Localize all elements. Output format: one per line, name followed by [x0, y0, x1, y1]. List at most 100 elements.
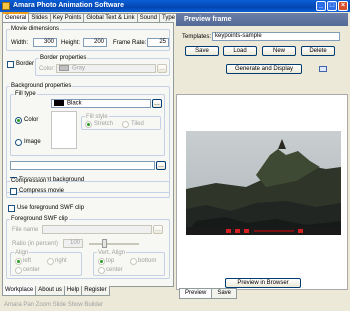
sound-icon[interactable]: [298, 229, 303, 233]
file-name-label: File name: [12, 227, 39, 233]
templates-field[interactable]: keypoints-sample: [212, 32, 340, 41]
vert-align-legend: Vert. Align: [97, 249, 127, 257]
new-button[interactable]: New: [262, 46, 296, 56]
border-label: Border: [16, 61, 35, 67]
preview-canvas: Preview in Browser: [176, 94, 348, 290]
save-button[interactable]: Save: [185, 46, 219, 56]
align-left-label: left: [23, 258, 32, 264]
width-field[interactable]: 300: [33, 38, 57, 47]
bottom-tabs: Workplace About us Help Register: [2, 286, 110, 296]
foreground-clip-legend: Foreground SWF clip: [10, 216, 69, 223]
app-icon: [2, 2, 10, 10]
border-color-label: Color:: [39, 66, 56, 72]
window-title: Amara Photo Animation Software: [13, 2, 124, 9]
align-right-radio[interactable]: [47, 258, 54, 265]
preview-photo: [186, 131, 341, 235]
stop-icon[interactable]: [244, 229, 249, 233]
minimize-button[interactable]: _: [316, 1, 326, 11]
tab-help[interactable]: Help: [63, 286, 83, 296]
maximize-button[interactable]: □: [327, 1, 337, 11]
background-properties-group: Background properties Fill type Black … …: [6, 83, 170, 193]
border-color-value: Gray: [72, 65, 86, 72]
use-foreground-clip-checkbox[interactable]: [8, 205, 15, 212]
popout-icon[interactable]: [319, 66, 327, 72]
valign-bottom-radio[interactable]: [130, 258, 137, 265]
background-image-browse-button[interactable]: …: [156, 161, 166, 170]
tab-register[interactable]: Register: [81, 286, 110, 296]
tiled-label: Tiled: [131, 121, 144, 127]
ratio-label: Ratio (in percent): [12, 241, 59, 247]
compression-group: Compression Compress movie: [6, 178, 170, 198]
compress-movie-checkbox[interactable]: [10, 188, 17, 195]
ratio-slider-handle[interactable]: [102, 239, 107, 248]
stretch-radio[interactable]: [85, 121, 92, 128]
preview-panel: Preview frame Templates: keypoints-sampl…: [176, 13, 348, 299]
background-properties-legend: Background properties: [10, 83, 73, 90]
vert-align-group: Vert. Align top bottom center: [93, 249, 165, 276]
fill-image-radio[interactable]: [15, 139, 22, 146]
background-image-path-field[interactable]: [10, 161, 155, 170]
valign-center-radio[interactable]: [98, 267, 105, 274]
align-center-radio[interactable]: [15, 267, 22, 274]
border-checkbox[interactable]: [7, 61, 14, 68]
black-swatch: [54, 100, 64, 106]
valign-bottom-label: bottom: [138, 258, 157, 264]
valign-top-label: top: [106, 258, 115, 264]
foreground-file-browse-button[interactable]: …: [153, 225, 163, 234]
movie-dimensions-group: Movie dimensions Width: 300 Height: 200 …: [6, 26, 170, 51]
use-foreground-clip-label: Use foreground SWF clip: [17, 205, 85, 211]
compression-legend: Compression: [10, 178, 48, 185]
frame-rate-field[interactable]: 25: [147, 38, 169, 47]
align-right-label: right: [55, 258, 67, 264]
align-legend: Align: [14, 249, 30, 257]
preview-photo-image: [186, 131, 341, 235]
tab-preview[interactable]: Preview: [179, 288, 213, 299]
ratio-field[interactable]: 100: [63, 239, 83, 248]
fill-color-label: Color: [24, 117, 39, 123]
load-button[interactable]: Load: [223, 46, 257, 56]
fill-image-label: Image: [24, 139, 41, 145]
border-color-field[interactable]: Gray: [56, 64, 156, 73]
align-center-label: center: [23, 267, 40, 273]
height-label: Height:: [61, 40, 81, 46]
preview-tabs: Preview Save: [179, 288, 238, 299]
align-group: Align left right center: [10, 249, 82, 276]
valign-center-label: center: [106, 267, 123, 273]
background-color-picker-button[interactable]: …: [152, 99, 162, 108]
tab-workplace[interactable]: Workplace: [2, 286, 37, 296]
preview-frame-title: Preview frame: [176, 13, 348, 26]
width-label: Width:: [11, 40, 29, 46]
close-button[interactable]: ×: [338, 1, 348, 11]
border-properties-group: Border properties Color: Gray …: [35, 55, 170, 76]
title-bar: Amara Photo Animation Software _ □ ×: [0, 0, 350, 12]
background-color-value: Black: [67, 100, 82, 107]
foreground-clip-group: Foreground SWF clip File name … Ratio (i…: [6, 216, 170, 279]
align-left-radio[interactable]: [15, 258, 22, 265]
general-panel: Movie dimensions Width: 300 Height: 200 …: [2, 22, 174, 287]
gray-swatch: [59, 65, 69, 71]
fill-color-radio[interactable]: [15, 117, 22, 124]
preview-in-browser-button[interactable]: Preview in Browser: [225, 278, 301, 288]
templates-label: Templates:: [182, 34, 212, 40]
tab-save[interactable]: Save: [211, 288, 238, 299]
movie-dimensions-legend: Movie dimensions: [10, 26, 61, 33]
compress-movie-label: Compress movie: [19, 188, 65, 194]
height-field[interactable]: 200: [83, 38, 107, 47]
generate-and-display-button[interactable]: Generate and Display: [226, 64, 302, 74]
ratio-slider-track: [89, 243, 139, 245]
border-color-picker-button[interactable]: …: [157, 64, 167, 73]
tiled-radio[interactable]: [122, 121, 129, 128]
delete-button[interactable]: Delete: [301, 46, 335, 56]
frame-rate-label: Frame Rate:: [113, 40, 147, 46]
valign-top-radio[interactable]: [98, 258, 105, 265]
fill-type-group: Fill type Black … Color Image Fill style…: [10, 91, 165, 156]
tab-about-us[interactable]: About us: [35, 286, 65, 296]
status-bar-text: Amara Pan Zoom Slide Show Builder: [4, 302, 104, 308]
pause-icon[interactable]: [235, 229, 240, 233]
background-color-field[interactable]: Black: [51, 99, 151, 108]
background-image-preview: [51, 111, 77, 149]
play-icon[interactable]: [226, 229, 231, 233]
foreground-file-field[interactable]: [42, 225, 152, 234]
app-window: Amara Photo Animation Software _ □ × Gen…: [0, 0, 350, 311]
progress-track[interactable]: [254, 230, 294, 232]
